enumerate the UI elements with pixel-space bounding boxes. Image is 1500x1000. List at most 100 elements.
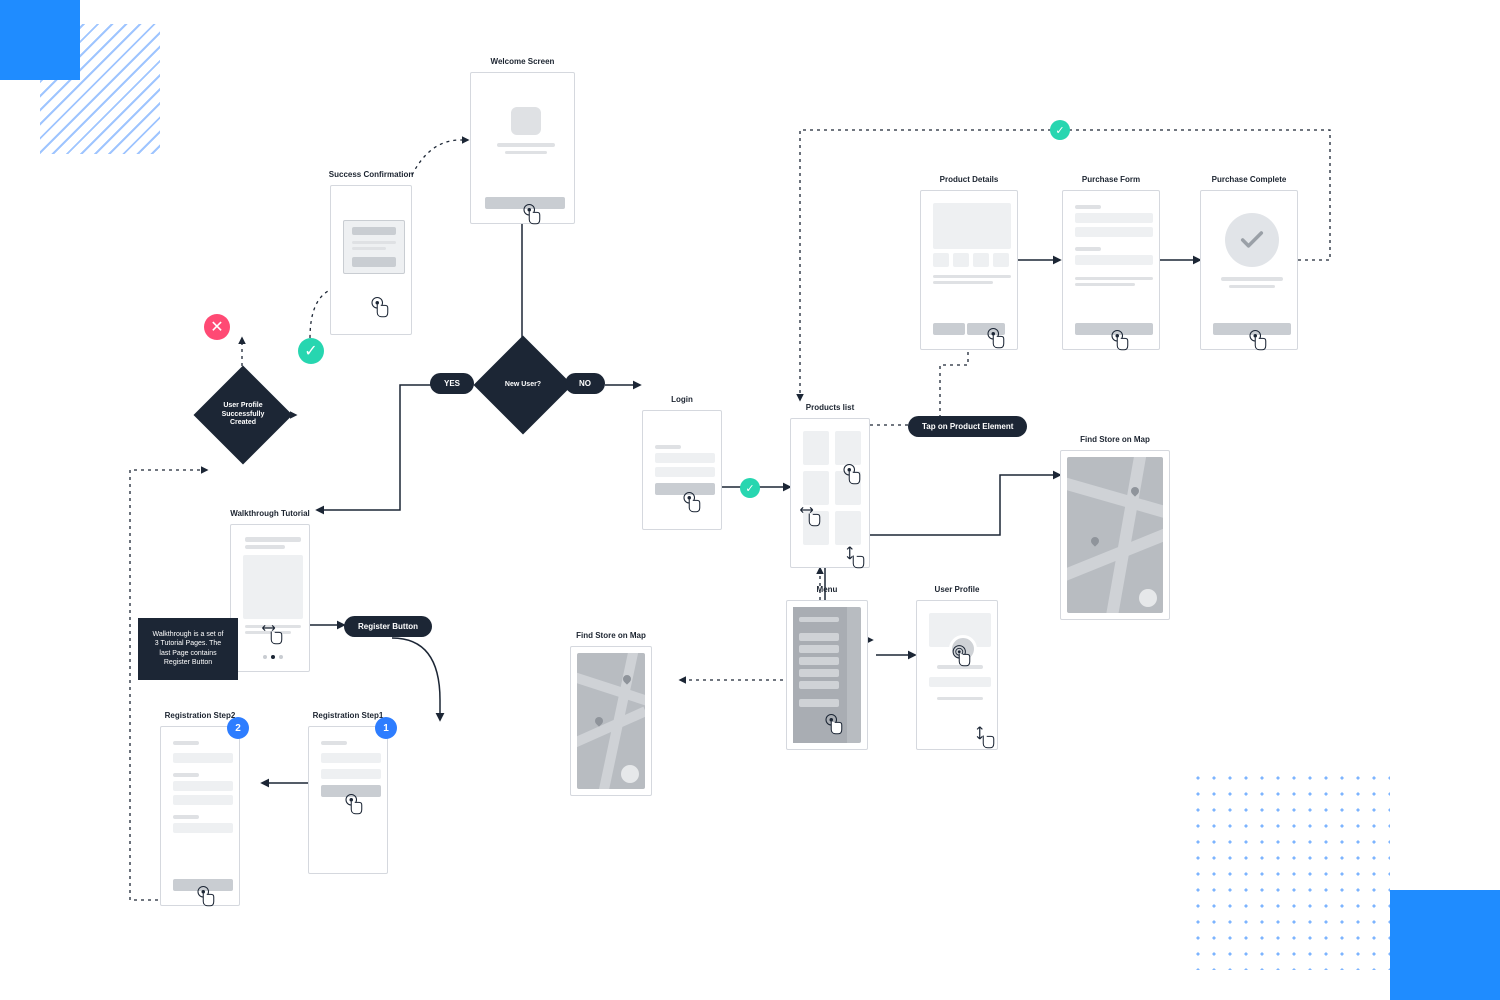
wf-input	[173, 795, 233, 805]
wf-line	[505, 151, 547, 154]
wf-input	[321, 753, 381, 763]
wf-thumb	[993, 253, 1009, 267]
tap-icon	[191, 883, 219, 911]
screen-title: Registration Step1	[313, 711, 384, 720]
screen-product-details[interactable]: Product Details	[920, 190, 1018, 350]
tap-icon	[365, 294, 393, 322]
success-icon: ✓	[740, 478, 760, 498]
decoration-top-square	[0, 0, 80, 80]
tap-icon	[1105, 327, 1133, 355]
step-number: 1	[383, 723, 389, 734]
screen-title: Purchase Form	[1082, 175, 1140, 184]
wf-line	[173, 773, 199, 777]
wf-product-card	[803, 431, 829, 465]
decision-new-user[interactable]: New User?	[474, 336, 573, 435]
wf-line	[937, 697, 983, 700]
wf-line	[1221, 277, 1283, 281]
wf-input	[173, 753, 233, 763]
wf-line	[1075, 283, 1135, 286]
step-badge: 1	[375, 717, 397, 739]
wf-line	[1229, 285, 1275, 288]
screen-registration-step2[interactable]: Registration Step2 2	[160, 726, 240, 906]
wf-map	[577, 653, 645, 789]
success-check-circle	[1225, 213, 1279, 267]
wf-line	[321, 741, 347, 745]
decoration-dots	[1190, 770, 1390, 970]
screen-title: Product Details	[940, 175, 999, 184]
screen-find-store-map-1[interactable]: Find Store on Map	[570, 646, 652, 796]
swipe-vertical-icon	[971, 725, 999, 753]
note-walkthrough: Walkthrough is a set of 3 Tutorial Pages…	[138, 618, 238, 680]
wf-input	[321, 769, 381, 779]
screen-title: Products list	[806, 403, 854, 412]
screen-purchase-form[interactable]: Purchase Form	[1062, 190, 1160, 350]
wf-line	[1075, 205, 1101, 209]
wf-input	[1075, 227, 1153, 237]
wf-dialog	[343, 220, 405, 274]
check-icon: ✓	[304, 341, 317, 361]
screen-welcome[interactable]: Welcome Screen	[470, 72, 575, 224]
close-icon: ✕	[210, 317, 223, 337]
screen-title: Find Store on Map	[1080, 435, 1150, 444]
screen-title: Success Confirmation	[329, 170, 413, 179]
wf-input	[655, 453, 715, 463]
decision-label: New User?	[488, 350, 558, 420]
wf-line	[497, 143, 555, 147]
tap-icon	[837, 461, 865, 489]
screen-success-confirmation[interactable]: Success Confirmation	[330, 185, 412, 335]
screen-title: Welcome Screen	[491, 57, 555, 66]
tap-icon	[819, 711, 847, 739]
wf-hero-image	[243, 555, 303, 619]
screen-registration-step1[interactable]: Registration Step1 1	[308, 726, 388, 874]
screen-purchase-complete[interactable]: Purchase Complete	[1200, 190, 1298, 350]
wf-app-icon	[511, 107, 541, 135]
error-icon: ✕	[204, 314, 230, 340]
step-number: 2	[235, 723, 241, 734]
wf-page-dots	[263, 655, 283, 659]
success-icon: ✓	[298, 338, 324, 364]
wf-price	[933, 323, 965, 335]
tap-icon	[677, 489, 705, 517]
wf-line	[173, 815, 199, 819]
check-icon: ✓	[745, 482, 754, 495]
wf-product-card	[835, 511, 861, 545]
swipe-vertical-icon	[841, 545, 869, 573]
decision-label: User Profile Successfully Created	[208, 380, 278, 450]
check-icon: ✓	[1055, 124, 1064, 137]
decoration-bottom-square	[1390, 890, 1500, 1000]
wf-thumb	[933, 253, 949, 267]
decision-profile-created[interactable]: User Profile Successfully Created	[194, 366, 293, 465]
wf-product-card	[803, 471, 829, 505]
wf-line	[1075, 247, 1101, 251]
wf-input	[173, 823, 233, 833]
screen-menu[interactable]: Menu	[786, 600, 868, 750]
label-no: NO	[565, 373, 605, 394]
screen-walkthrough[interactable]: Walkthrough Tutorial	[230, 524, 310, 672]
screen-user-profile[interactable]: User Profile	[916, 600, 998, 750]
screen-find-store-map-2[interactable]: Find Store on Map	[1060, 450, 1170, 620]
wf-hero-image	[933, 203, 1011, 249]
note-text: Walkthrough is a set of 3 Tutorial Pages…	[153, 631, 224, 666]
tap-icon	[981, 325, 1009, 353]
wf-line	[933, 281, 993, 284]
wf-map	[1067, 457, 1163, 613]
wf-line	[933, 275, 1011, 278]
screen-title: Registration Step2	[165, 711, 236, 720]
screen-title: Purchase Complete	[1212, 175, 1287, 184]
label-yes: YES	[430, 373, 474, 394]
screen-login[interactable]: Login	[642, 410, 722, 530]
wf-thumb	[973, 253, 989, 267]
wf-input	[1075, 213, 1153, 223]
wf-product-card	[835, 431, 861, 465]
swipe-horizontal-icon	[259, 621, 287, 649]
screen-title: User Profile	[935, 585, 980, 594]
wf-line	[245, 537, 301, 542]
wf-input	[1075, 255, 1153, 265]
screen-products-list[interactable]: Products list	[790, 418, 870, 568]
screen-title: Walkthrough Tutorial	[230, 509, 310, 518]
label-register-button: Register Button	[344, 616, 432, 637]
wf-line	[655, 445, 681, 449]
wf-thumb	[953, 253, 969, 267]
tap-icon	[1243, 327, 1271, 355]
swipe-horizontal-icon	[797, 503, 825, 531]
